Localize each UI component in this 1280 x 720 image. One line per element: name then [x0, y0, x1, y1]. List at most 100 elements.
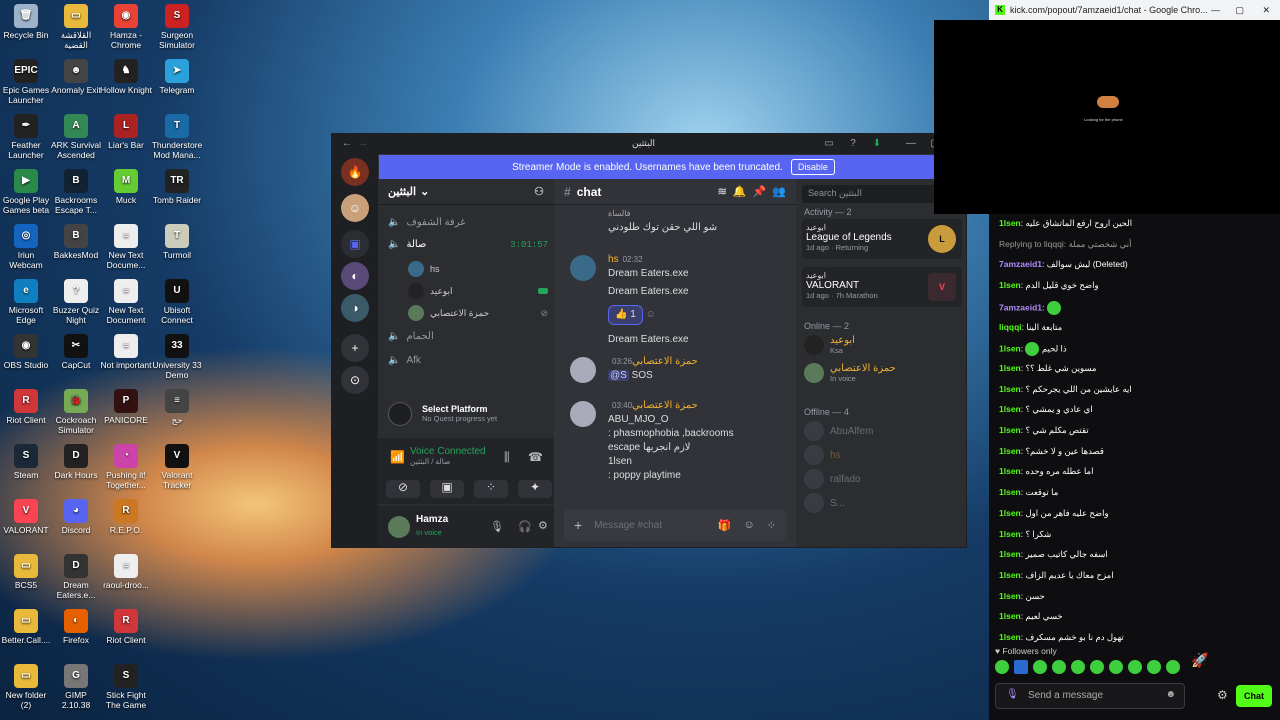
voice-channel-path[interactable]: صالة / البثثين	[410, 457, 544, 466]
avatar[interactable]	[570, 357, 596, 383]
desktop-icon[interactable]: ♞ Hollow Knight	[100, 59, 152, 95]
desktop-icon[interactable]: V VALORANT	[0, 499, 52, 535]
desktop-icon[interactable]: ✂ CapCut	[50, 334, 102, 370]
desktop-icon[interactable]: B BakkesMod	[50, 224, 102, 260]
emote-icon[interactable]	[1109, 660, 1123, 674]
emoji-icon[interactable]: ☺	[744, 519, 755, 531]
minimize-icon[interactable]: —	[904, 137, 918, 151]
avatar[interactable]	[570, 255, 596, 281]
disable-button[interactable]: Disable	[790, 159, 835, 175]
desktop-icon[interactable]: S Surgeon Simulator	[151, 4, 203, 50]
disconnect-icon[interactable]: ☎	[528, 450, 543, 464]
server-icon[interactable]: ◐	[341, 262, 369, 290]
pin-icon[interactable]: 📌	[753, 185, 767, 198]
emote-icon[interactable]	[1071, 660, 1085, 674]
author-name[interactable]: hs	[608, 254, 619, 265]
activities-icon[interactable]: ⁘	[474, 480, 508, 498]
plus-icon[interactable]: +	[574, 517, 582, 533]
add-friend-icon[interactable]: ⚇	[534, 185, 544, 198]
threads-icon[interactable]: ≋	[718, 185, 727, 198]
voice-channel-3[interactable]: 🔈 الحمام	[388, 331, 434, 342]
desktop-icon[interactable]: ◔ Pushing it! Together...	[100, 444, 152, 490]
desktop-icon[interactable]: A ARK Survival Ascended	[50, 114, 102, 160]
voice-channel-2[interactable]: 🔈 صالة 3:01:57	[388, 239, 548, 250]
desktop-icon[interactable]: ▭ BCS5	[0, 554, 52, 590]
desktop-icon[interactable]: ▶ Google Play Games beta	[0, 169, 52, 215]
desktop-icon[interactable]: ◎ Iriun Webcam	[0, 224, 52, 270]
desktop-icon[interactable]: ▭ القلاقشة القضية	[50, 4, 102, 50]
add-reaction-icon[interactable]: ☺	[646, 309, 656, 320]
chat-username[interactable]: 1lsen	[999, 632, 1021, 642]
chat-username[interactable]: 1lsen	[999, 591, 1021, 601]
chat-username[interactable]: 1lsen	[999, 611, 1021, 621]
chat-username[interactable]: 1lsen	[999, 218, 1021, 228]
folder-icon[interactable]: ▣	[341, 230, 369, 258]
chat-username[interactable]: 1lsen	[999, 363, 1021, 373]
microphone-icon[interactable]: 🎙	[490, 520, 504, 533]
inbox-icon[interactable]: ▭	[822, 137, 836, 151]
emote-icon[interactable]	[995, 660, 1009, 674]
desktop-icon[interactable]: TR Tomb Raider	[151, 169, 203, 205]
chat-username[interactable]: 1lsen	[999, 446, 1021, 456]
server-icon[interactable]: ◑	[341, 294, 369, 322]
activity-card[interactable]: ابوعيد League of Legends 1d ago · Return…	[802, 219, 962, 259]
chat-username[interactable]: 1lsen	[999, 529, 1021, 539]
maximize-icon[interactable]: ▢	[1235, 5, 1244, 16]
desktop-icon[interactable]: ◉ OBS Studio	[0, 334, 52, 370]
chat-username[interactable]: 1lsen	[999, 384, 1021, 394]
chat-username[interactable]: 7amzaeid1	[999, 302, 1042, 312]
chat-username[interactable]: liqqqi	[999, 322, 1022, 332]
voice-channel-1[interactable]: 🔈 غرفة الشفوف	[388, 217, 465, 228]
emote-icon[interactable]	[1128, 660, 1142, 674]
chat-username[interactable]: 1lsen	[999, 487, 1021, 497]
desktop-icon[interactable]: G GIMP 2.10.38	[50, 664, 102, 710]
chat-username[interactable]: 1lsen	[999, 343, 1021, 353]
desktop-icon[interactable]: T Thunderstore Mod Mana...	[151, 114, 203, 160]
author-name[interactable]: حمزة الاعتصابي	[632, 356, 698, 367]
voice-user[interactable]: حمزة الاعتصابي ⊘	[408, 305, 548, 321]
author-name[interactable]: حمزة الاعتصابي	[632, 400, 698, 411]
headphones-icon[interactable]: 🎧	[518, 520, 532, 533]
member-item[interactable]: ralfado	[804, 469, 861, 489]
desktop-icon[interactable]: U Ubisoft Connect	[151, 279, 203, 325]
member-item[interactable]: AbuAlfem	[804, 421, 873, 441]
voice-user[interactable]: hs	[408, 261, 440, 277]
help-icon[interactable]: ?	[846, 137, 860, 151]
screenshare-icon[interactable]: ▣	[430, 480, 464, 498]
desktop-icon[interactable]: ✒ Feather Launcher	[0, 114, 52, 160]
server-icon[interactable]: 🔥	[341, 158, 369, 186]
voice-user[interactable]: ابوعيد	[408, 283, 548, 299]
forward-icon[interactable]: →	[356, 137, 370, 151]
avatar[interactable]	[388, 516, 410, 538]
quest-panel[interactable]: Select Platform No Quest progress yet	[378, 392, 554, 436]
desktop-icon[interactable]: T Turmoil	[151, 224, 203, 260]
download-icon[interactable]: ⬇	[870, 137, 884, 151]
microphone-icon[interactable]: 🎙	[1006, 689, 1019, 700]
members-icon[interactable]: 👥	[772, 185, 786, 198]
back-icon[interactable]: ←	[340, 137, 354, 151]
desktop-icon[interactable]: ≡ حج	[151, 389, 203, 425]
chat-username[interactable]: 1lsen	[999, 404, 1021, 414]
desktop-icon[interactable]: D Dark Hours	[50, 444, 102, 480]
avatar[interactable]	[570, 401, 596, 427]
emote-icon[interactable]	[1052, 660, 1066, 674]
gear-icon[interactable]: ⚙	[1217, 688, 1228, 702]
desktop-icon[interactable]: ➤ Telegram	[151, 59, 203, 95]
add-server-icon[interactable]: +	[341, 334, 369, 362]
desktop-icon[interactable]: EPIC Epic Games Launcher	[0, 59, 52, 105]
bell-icon[interactable]: 🔔	[733, 185, 747, 198]
desktop-icon[interactable]: P PANICORE	[100, 389, 152, 425]
desktop-icon[interactable]: ☻ Anomaly Exit	[50, 59, 102, 95]
reaction[interactable]: 👍 1	[608, 305, 643, 325]
noise-suppression-icon[interactable]: ⫼	[504, 450, 510, 465]
chat-username[interactable]: 1lsen	[999, 570, 1021, 580]
desktop-icon[interactable]: M Muck	[100, 169, 152, 205]
chat-button[interactable]: Chat	[1236, 685, 1272, 707]
voice-status[interactable]: Voice Connected	[410, 446, 544, 457]
desktop-icon[interactable]: 🗑 Recycle Bin	[0, 4, 52, 40]
emote-icon[interactable]	[1090, 660, 1104, 674]
member-item[interactable]: S...	[804, 493, 845, 513]
desktop-icon[interactable]: ▭ New folder (2)	[0, 664, 52, 710]
mention[interactable]: @S	[608, 370, 629, 381]
soundboard-icon[interactable]: ✦	[518, 480, 552, 498]
